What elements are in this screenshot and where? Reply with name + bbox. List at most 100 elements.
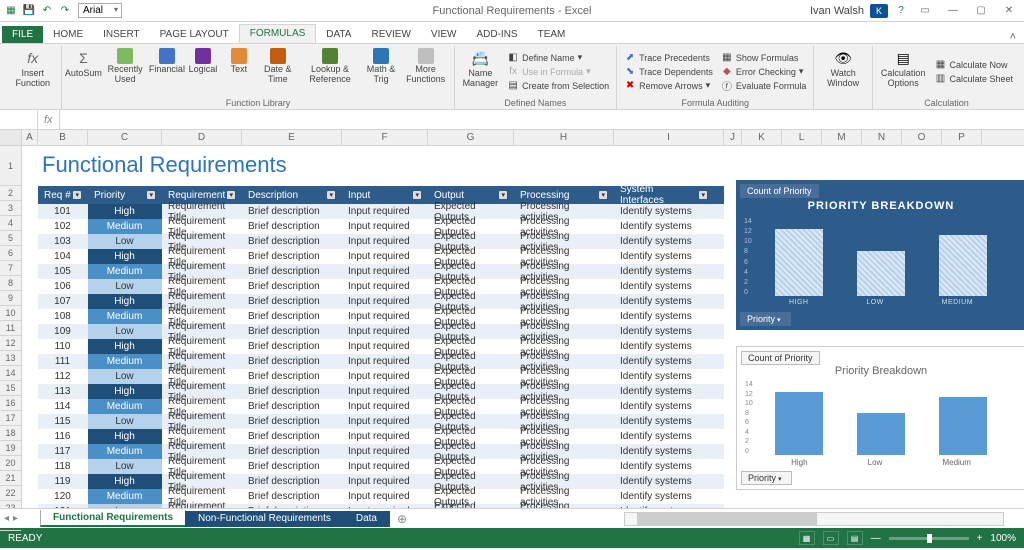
table-row[interactable]: 105MediumRequirement TitleBrief descript… [38,264,724,279]
cell-input[interactable]: Input required [342,339,428,354]
col-description[interactable]: Description▾ [242,186,342,204]
cell-description[interactable]: Brief description [242,279,342,294]
row-header[interactable]: 10 [0,306,21,321]
cell-system[interactable]: Identify systems [614,219,714,234]
collapse-ribbon-icon[interactable]: ˄ [1010,31,1016,43]
cell-description[interactable]: Brief description [242,309,342,324]
tab-addins[interactable]: ADD-INS [466,26,527,43]
cell-description[interactable]: Brief description [242,234,342,249]
col-req[interactable]: Req #▾ [38,186,88,204]
table-row[interactable]: 114MediumRequirement TitleBrief descript… [38,399,724,414]
worksheet[interactable]: Functional Requirements Req #▾ Priority▾… [22,146,1024,508]
cell-req[interactable]: 105 [38,264,88,279]
col-header-F[interactable]: F [342,130,428,145]
logical-button[interactable]: Logical [186,46,220,97]
cell-priority[interactable]: High [88,474,162,489]
col-header-N[interactable]: N [862,130,902,145]
horizontal-scrollbar[interactable] [624,512,1004,526]
filter-icon[interactable]: ▾ [227,191,235,199]
cell-priority[interactable]: High [88,429,162,444]
tab-insert[interactable]: INSERT [93,26,150,43]
row-header[interactable]: 11 [0,321,21,336]
cell-req[interactable]: 115 [38,414,88,429]
cell-system[interactable]: Identify systems [614,444,714,459]
cell-system[interactable]: Identify systems [614,294,714,309]
date-time-button[interactable]: Date & Time [258,46,298,97]
cell-req[interactable]: 120 [38,489,88,504]
cell-system[interactable]: Identify systems [614,309,714,324]
cell-priority[interactable]: Medium [88,264,162,279]
cell-priority[interactable]: Medium [88,309,162,324]
calc-sheet-button[interactable]: ▥Calculate Sheet [931,72,1016,86]
cell-input[interactable]: Input required [342,324,428,339]
cell-input[interactable]: Input required [342,264,428,279]
col-header-O[interactable]: O [902,130,942,145]
cell-req[interactable]: 119 [38,474,88,489]
cell-priority[interactable]: Low [88,234,162,249]
tab-file[interactable]: FILE [2,26,43,43]
col-header-K[interactable]: K [742,130,782,145]
row-header[interactable]: 2 [0,186,21,201]
tab-home[interactable]: HOME [43,26,93,43]
row-header[interactable]: 15 [0,381,21,396]
view-page-break-icon[interactable]: ▤ [847,531,863,545]
row-header[interactable]: 5 [0,231,21,246]
cell-req[interactable]: 114 [38,399,88,414]
remove-arrows-button[interactable]: ✖Remove Arrows ▾ [621,79,716,93]
cell-req[interactable]: 104 [38,249,88,264]
cell-priority[interactable]: Low [88,369,162,384]
table-row[interactable]: 103LowRequirement TitleBrief description… [38,234,724,249]
zoom-in-icon[interactable]: + [977,533,983,544]
redo-icon[interactable]: ↷ [58,4,72,18]
table-row[interactable]: 118LowRequirement TitleBrief description… [38,459,724,474]
cell-system[interactable]: Identify systems [614,489,714,504]
row-header[interactable]: 12 [0,336,21,351]
cell-req[interactable]: 107 [38,294,88,309]
cell-description[interactable]: Brief description [242,219,342,234]
cell-system[interactable]: Identify systems [614,264,714,279]
cell-input[interactable]: Input required [342,384,428,399]
user-badge[interactable]: K [870,4,888,18]
cell-priority[interactable]: High [88,384,162,399]
cell-description[interactable]: Brief description [242,474,342,489]
name-box[interactable] [0,110,38,129]
cell-req[interactable]: 110 [38,339,88,354]
lookup-button[interactable]: Lookup & Reference [300,46,361,97]
chart-priority-breakdown-dark[interactable]: Count of Priority PRIORITY BREAKDOWN 141… [736,180,1024,330]
cell-priority[interactable]: Medium [88,354,162,369]
name-manager-button[interactable]: 📇Name Manager [459,46,503,97]
cell-system[interactable]: Identify systems [614,249,714,264]
row-header[interactable]: 1 [0,146,21,186]
col-header-H[interactable]: H [514,130,614,145]
table-row[interactable]: 112LowRequirement TitleBrief description… [38,369,724,384]
row-header[interactable]: 18 [0,426,21,441]
zoom-out-icon[interactable]: — [871,533,881,544]
tab-view[interactable]: VIEW [421,26,467,43]
row-header[interactable]: 20 [0,456,21,471]
cell-system[interactable]: Identify systems [614,279,714,294]
cell-req[interactable]: 109 [38,324,88,339]
col-input[interactable]: Input▾ [342,186,428,204]
cell-system[interactable]: Identify systems [614,339,714,354]
col-header-P[interactable]: P [942,130,982,145]
row-header[interactable]: 9 [0,291,21,306]
row-header[interactable]: 21 [0,471,21,486]
cell-system[interactable]: Identify systems [614,474,714,489]
cell-description[interactable]: Brief description [242,354,342,369]
maximize-icon[interactable]: ▢ [970,4,992,18]
filter-icon[interactable]: ▾ [499,191,507,199]
undo-icon[interactable]: ↶ [40,4,54,18]
cell-req[interactable]: 106 [38,279,88,294]
row-header[interactable]: 6 [0,246,21,261]
fx-icon[interactable]: fx [38,110,60,129]
error-checking-button[interactable]: ◆Error Checking ▾ [718,65,810,79]
table-row[interactable]: 115LowRequirement TitleBrief description… [38,414,724,429]
row-header[interactable]: 16 [0,396,21,411]
sheet-nav-next-icon[interactable]: ▸ [13,513,18,524]
cell-priority[interactable]: Medium [88,399,162,414]
filter-icon[interactable]: ▾ [73,191,81,199]
cell-description[interactable]: Brief description [242,369,342,384]
cell-input[interactable]: Input required [342,294,428,309]
cell-description[interactable]: Brief description [242,414,342,429]
cell-priority[interactable]: Low [88,279,162,294]
